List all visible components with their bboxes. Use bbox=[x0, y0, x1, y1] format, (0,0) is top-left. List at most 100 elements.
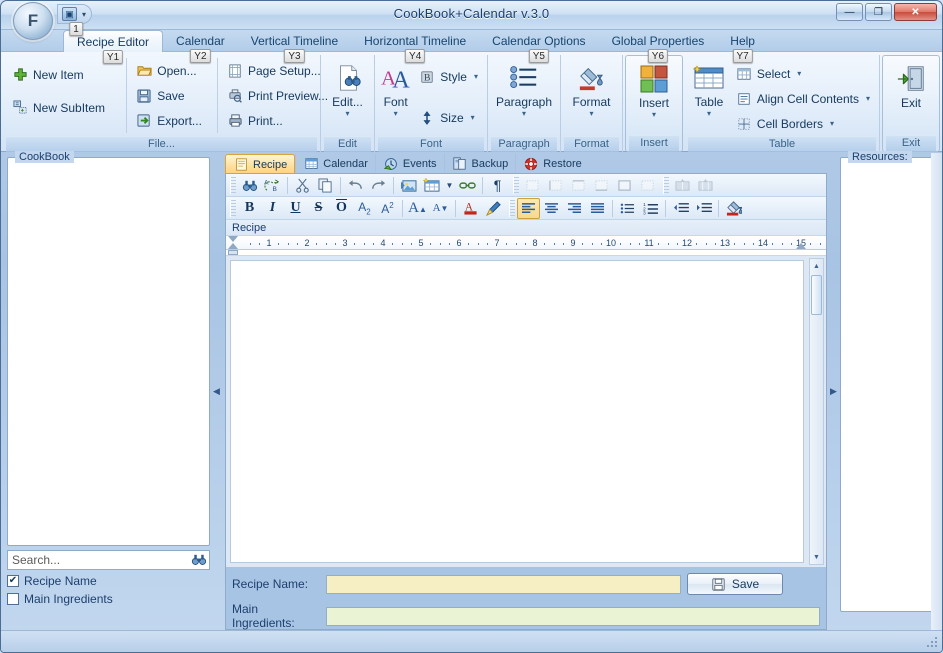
superscript-icon[interactable]: A2 bbox=[376, 198, 399, 219]
font-button[interactable]: A A Font ▾ bbox=[378, 58, 413, 118]
scroll-up-arrow[interactable]: ▲ bbox=[810, 259, 823, 273]
resize-grip[interactable] bbox=[925, 635, 939, 649]
shrink-font-icon[interactable]: A▼ bbox=[429, 198, 452, 219]
align-right-icon[interactable] bbox=[563, 198, 586, 219]
toolbar-grip[interactable] bbox=[513, 176, 519, 194]
ribbon-tab-vertical-timeline[interactable]: Vertical Timeline Y3 bbox=[238, 30, 351, 63]
align-cell-contents-button[interactable]: Align Cell Contents ▾ bbox=[730, 86, 876, 111]
editor-ruler[interactable]: 1 2 3 4 5 6 7 8 9 10 11 12 13 14 15 bbox=[226, 236, 826, 256]
resources-list[interactable] bbox=[842, 164, 934, 610]
select-dropdown-icon[interactable]: ▾ bbox=[797, 69, 801, 78]
export-button[interactable]: Export... bbox=[130, 108, 217, 133]
insert-dropdown-icon[interactable]: ▾ bbox=[652, 111, 656, 119]
ribbon-tab-help[interactable]: Help Y7 bbox=[717, 30, 768, 63]
font-dropdown-icon[interactable]: ▾ bbox=[394, 110, 398, 118]
insert-link-icon[interactable] bbox=[456, 175, 479, 196]
checkbox-recipe-name[interactable]: ✔ bbox=[7, 575, 19, 587]
new-subitem-button[interactable]: New SubItem bbox=[6, 95, 126, 120]
toolbar-grip[interactable] bbox=[663, 176, 669, 194]
application-orb-button[interactable]: F bbox=[13, 2, 53, 40]
binoculars-icon[interactable] bbox=[191, 552, 207, 570]
decrease-indent-icon[interactable] bbox=[669, 198, 692, 219]
ribbon-tab-calendar-options[interactable]: Calendar Options Y5 bbox=[479, 30, 598, 63]
undo-icon[interactable] bbox=[344, 175, 367, 196]
document-body[interactable] bbox=[230, 260, 804, 563]
insert-image-icon[interactable] bbox=[397, 175, 420, 196]
redo-icon[interactable] bbox=[367, 175, 390, 196]
grow-font-icon[interactable]: A▲ bbox=[406, 198, 429, 219]
find-icon[interactable] bbox=[238, 175, 261, 196]
print-button[interactable]: Print... bbox=[221, 108, 317, 133]
table-button[interactable]: Table ▾ bbox=[688, 58, 730, 118]
new-item-button[interactable]: New Item bbox=[6, 62, 126, 87]
ribbon-tab-global-properties[interactable]: Global Properties Y6 bbox=[599, 30, 718, 63]
first-line-indent-marker[interactable] bbox=[228, 236, 238, 242]
numbered-list-icon[interactable]: 123 bbox=[639, 198, 662, 219]
tab-recipe[interactable]: Recipe bbox=[225, 154, 296, 174]
right-splitter[interactable]: ▶ bbox=[829, 153, 838, 630]
ribbon-tab-horizontal-timeline[interactable]: Horizontal Timeline Y4 bbox=[351, 30, 479, 63]
justify-icon[interactable] bbox=[586, 198, 609, 219]
increase-indent-icon[interactable] bbox=[692, 198, 715, 219]
align-cell-dropdown-icon[interactable]: ▾ bbox=[866, 94, 870, 103]
border-inside-icon[interactable] bbox=[636, 175, 659, 196]
toolbar-grip[interactable] bbox=[230, 176, 236, 194]
bullet-list-icon[interactable] bbox=[616, 198, 639, 219]
recipe-name-input[interactable] bbox=[326, 574, 681, 594]
strikethrough-icon[interactable]: S bbox=[307, 198, 330, 219]
align-center-icon[interactable] bbox=[540, 198, 563, 219]
copy-icon[interactable] bbox=[314, 175, 337, 196]
border-all-icon[interactable] bbox=[613, 175, 636, 196]
border-none-icon[interactable] bbox=[521, 175, 544, 196]
checkbox-main-ingredients[interactable] bbox=[7, 593, 19, 605]
border-bottom-icon[interactable] bbox=[590, 175, 613, 196]
subscript-icon[interactable]: A2 bbox=[353, 198, 376, 219]
exit-button[interactable]: Exit bbox=[886, 59, 936, 110]
paragraph-button[interactable]: Paragraph ▾ bbox=[491, 58, 557, 118]
save-button[interactable]: Save bbox=[130, 83, 217, 108]
insert-table-dropdown-icon[interactable]: ▼ bbox=[443, 175, 456, 196]
select-button[interactable]: Select ▾ bbox=[730, 61, 876, 86]
format-button[interactable]: Format ▾ bbox=[564, 58, 619, 118]
maximize-button[interactable]: ❐ bbox=[865, 3, 892, 21]
cell-borders-button[interactable]: Cell Borders ▾ bbox=[730, 111, 876, 136]
format-dropdown-icon[interactable]: ▾ bbox=[589, 110, 593, 118]
save-recipe-button[interactable]: Save bbox=[687, 573, 783, 595]
background-color-icon[interactable] bbox=[722, 198, 745, 219]
tab-backup[interactable]: Backup bbox=[443, 154, 516, 173]
print-preview-button[interactable]: Print Preview... bbox=[221, 83, 328, 108]
highlight-icon[interactable] bbox=[482, 198, 505, 219]
border-left-icon[interactable] bbox=[544, 175, 567, 196]
split-cells-icon[interactable] bbox=[694, 175, 717, 196]
style-button[interactable]: B Style ▾ bbox=[413, 64, 484, 89]
edit-button[interactable]: Edit... ▾ bbox=[324, 58, 371, 118]
font-color-icon[interactable]: A bbox=[459, 198, 482, 219]
search-input[interactable] bbox=[7, 550, 210, 570]
cut-icon[interactable] bbox=[291, 175, 314, 196]
replace-icon[interactable]: AB bbox=[261, 175, 284, 196]
toolbar-grip[interactable] bbox=[230, 199, 236, 217]
paragraph-dropdown-icon[interactable]: ▾ bbox=[522, 110, 526, 118]
editor-vertical-scrollbar[interactable]: ▲ ▼ bbox=[809, 258, 824, 565]
toolbar-grip[interactable] bbox=[509, 199, 515, 217]
border-top-icon[interactable] bbox=[567, 175, 590, 196]
filter-main-ingredients[interactable]: Main Ingredients bbox=[7, 592, 210, 606]
left-splitter[interactable]: ◀ bbox=[212, 153, 221, 630]
edit-dropdown-icon[interactable]: ▾ bbox=[345, 110, 349, 118]
merge-cells-icon[interactable] bbox=[671, 175, 694, 196]
overline-icon[interactable]: O bbox=[330, 198, 353, 219]
cell-borders-dropdown-icon[interactable]: ▾ bbox=[830, 119, 834, 128]
main-ingredients-input[interactable] bbox=[326, 606, 820, 626]
underline-icon[interactable]: U bbox=[284, 198, 307, 219]
left-indent-marker[interactable] bbox=[228, 250, 238, 255]
tab-calendar[interactable]: Calendar bbox=[295, 154, 375, 173]
tab-restore[interactable]: Restore bbox=[515, 154, 589, 173]
ribbon-tab-calendar[interactable]: Calendar Y2 bbox=[163, 30, 238, 63]
insert-button[interactable]: Insert ▾ bbox=[629, 59, 679, 119]
italic-icon[interactable]: I bbox=[261, 198, 284, 219]
bold-icon[interactable]: B bbox=[238, 198, 261, 219]
table-dropdown-icon[interactable]: ▾ bbox=[707, 110, 711, 118]
close-button[interactable]: ✕ bbox=[894, 3, 937, 21]
size-dropdown-icon[interactable]: ▾ bbox=[471, 113, 475, 122]
scrollbar-thumb[interactable] bbox=[811, 275, 822, 315]
